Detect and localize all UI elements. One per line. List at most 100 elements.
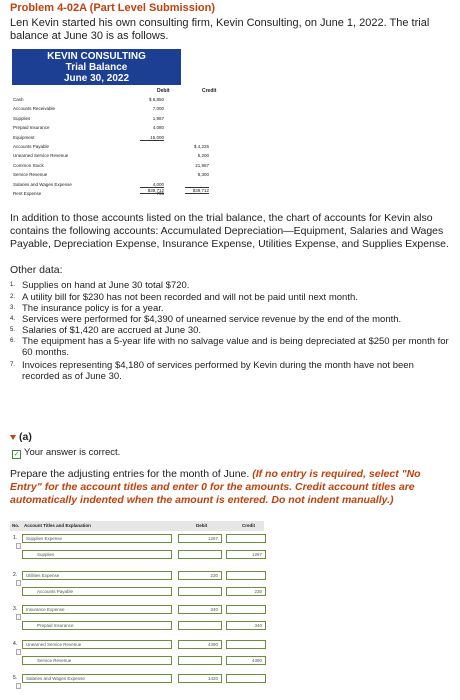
other-data-item: 1. Supplies on hand at June 30 total $720… [10, 280, 454, 291]
collapse-triangle-icon[interactable] [10, 434, 16, 440]
debit-account-field[interactable]: Unearned Service Revenue [22, 640, 172, 649]
item-number: 5. [10, 327, 16, 333]
entry-number: 5. [13, 675, 18, 681]
entry-number: 1. [13, 535, 18, 541]
credit-amount-field[interactable]: 230 [226, 587, 266, 596]
tb-debit-value: $ 6,850 [148, 97, 164, 102]
debit-amount-field[interactable] [178, 587, 222, 596]
col-debit: Debit [196, 523, 208, 528]
credit-amount-field[interactable] [226, 640, 266, 649]
credit-amount-field[interactable]: 4390 [226, 656, 266, 665]
debit-amount-field[interactable] [178, 656, 222, 665]
item-number: 1. [10, 282, 16, 288]
credit-amount-field[interactable]: 340 [226, 621, 266, 630]
tb-debit-value: 4,000 [152, 181, 164, 187]
edit-icon[interactable] [16, 683, 21, 689]
debit-amount-field[interactable]: 1420 [178, 674, 222, 683]
item-text: Supplies on hand at June 30 total $720. [22, 280, 190, 291]
tb-debit-value: 4,080 [152, 125, 164, 131]
tb-credit-value: 21,987 [195, 162, 209, 168]
col-no: No. [12, 523, 20, 528]
statement-date: June 30, 2022 [63, 73, 130, 84]
trial-balance-header: KEVIN CONSULTING Trial Balance June 30, … [12, 49, 181, 85]
tb-account-name: Supplies [13, 115, 31, 121]
debit-account-field[interactable]: Insurance Expense [22, 605, 172, 614]
other-data-item: 4. Services were performed for $4,390 of … [10, 314, 454, 325]
credit-amount-field[interactable]: 1267 [226, 550, 266, 559]
tb-credit-value: $ 4,225 [193, 144, 209, 149]
tb-account-name: Service Revenue [13, 172, 48, 178]
tb-account-name: Accounts Payable [13, 144, 50, 149]
tb-account-name: Prepaid Insurance [13, 125, 50, 131]
tb-total-credit: $39,712 [185, 187, 209, 194]
tb-account-name: Equipment [13, 134, 35, 140]
item-number: 7. [10, 362, 16, 368]
other-data-item: 5. Salaries of $1,420 are accrued at June… [10, 325, 454, 336]
tb-account-name: Unearned Service Revenue [13, 153, 69, 159]
additional-accounts: In addition to those accounts listed on … [10, 212, 449, 250]
credit-account-field[interactable]: Accounts Payable [22, 587, 172, 596]
credit-account-field[interactable]: Prepaid Insurance [22, 621, 172, 630]
item-text: Services were performed for $4,390 of un… [22, 314, 402, 325]
debit-amount-field[interactable] [178, 550, 222, 559]
item-text: Invoices representing $4,180 of services… [22, 360, 414, 382]
credit-account-field[interactable]: Service Revenue [22, 656, 172, 665]
tb-account-name: Rent Expense [13, 191, 42, 196]
item-number: 3. [10, 305, 16, 311]
tb-account-name: Cash [13, 97, 24, 102]
tb-account-name: Salaries and Wages Expense [13, 181, 72, 187]
other-data-item: 2. A utility bill for $230 has not been r… [10, 292, 454, 303]
edit-icon[interactable] [16, 649, 21, 655]
journal-header: No. Account Titles and Explanation Debit… [10, 521, 264, 531]
tb-account-name: Common Stock [13, 162, 44, 168]
item-text: Salaries of $1,420 are accrued at June 3… [22, 325, 202, 336]
debit-amount-field[interactable]: 340 [178, 605, 222, 614]
other-data-item: 7. Invoices representing $4,180 of servic… [10, 360, 454, 382]
other-data-item: 6. The equipment has a 5-year life with n… [10, 336, 454, 358]
credit-amount-field[interactable] [226, 674, 266, 683]
item-text: A utility bill for $230 has not been rec… [22, 292, 358, 303]
tb-debit-value: 1,987 [152, 115, 164, 121]
tb-debit-value: 15,000 [140, 135, 164, 141]
tb-debit-value: 7,000 [152, 106, 164, 112]
instructions: Prepare the adjusting entries for the mo… [10, 468, 421, 506]
credit-amount-field[interactable] [226, 571, 266, 580]
answer-feedback: ✓ Your answer is correct. [12, 447, 121, 459]
check-icon: ✓ [12, 450, 21, 459]
section-a-heading[interactable]: (a) [10, 431, 32, 443]
entry-number: 3. [13, 606, 18, 612]
problem-title: Problem 4-02A (Part Level Submission) [10, 2, 215, 14]
item-text: The insurance policy is for a year. [22, 303, 164, 314]
debit-header: Debit [157, 88, 170, 94]
credit-amount-field[interactable] [226, 605, 266, 614]
debit-account-field[interactable]: Utilities Expense [22, 571, 172, 580]
debit-amount-field[interactable]: 4390 [178, 640, 222, 649]
item-number: 2. [10, 294, 16, 300]
problem-intro: Len Kevin started his own consulting fir… [10, 17, 430, 42]
company-name: KEVIN CONSULTING [47, 51, 146, 62]
debit-amount-field[interactable]: 230 [178, 571, 222, 580]
other-data-label: Other data: [10, 264, 63, 276]
tb-credit-value: 8,300 [197, 172, 209, 178]
entry-number: 4. [13, 641, 18, 647]
credit-header: Credit [202, 88, 217, 94]
debit-account-field[interactable]: Supplies Expense [22, 534, 172, 543]
credit-account-field[interactable]: Supplies [22, 550, 172, 559]
tb-account-name: Accounts Receivable [13, 106, 56, 112]
item-number: 4. [10, 316, 16, 322]
edit-icon[interactable] [16, 543, 21, 549]
entry-number: 2. [13, 572, 18, 578]
credit-amount-field[interactable] [226, 534, 266, 543]
edit-icon[interactable] [16, 614, 21, 620]
item-text: The equipment has a 5-year life with no … [22, 336, 449, 358]
debit-account-field[interactable]: Salaries and Wages Expense [22, 674, 172, 683]
debit-amount-field[interactable]: 1267 [178, 534, 222, 543]
edit-icon[interactable] [16, 580, 21, 586]
debit-amount-field[interactable] [178, 621, 222, 630]
statement-name: Trial Balance [65, 62, 128, 73]
item-number: 6. [10, 338, 16, 344]
col-credit: Credit [242, 523, 256, 528]
tb-credit-value: 5,200 [197, 153, 209, 159]
col-account-titles: Account Titles and Explanation [24, 523, 91, 528]
tb-total-debit: $39,712 [140, 187, 164, 194]
